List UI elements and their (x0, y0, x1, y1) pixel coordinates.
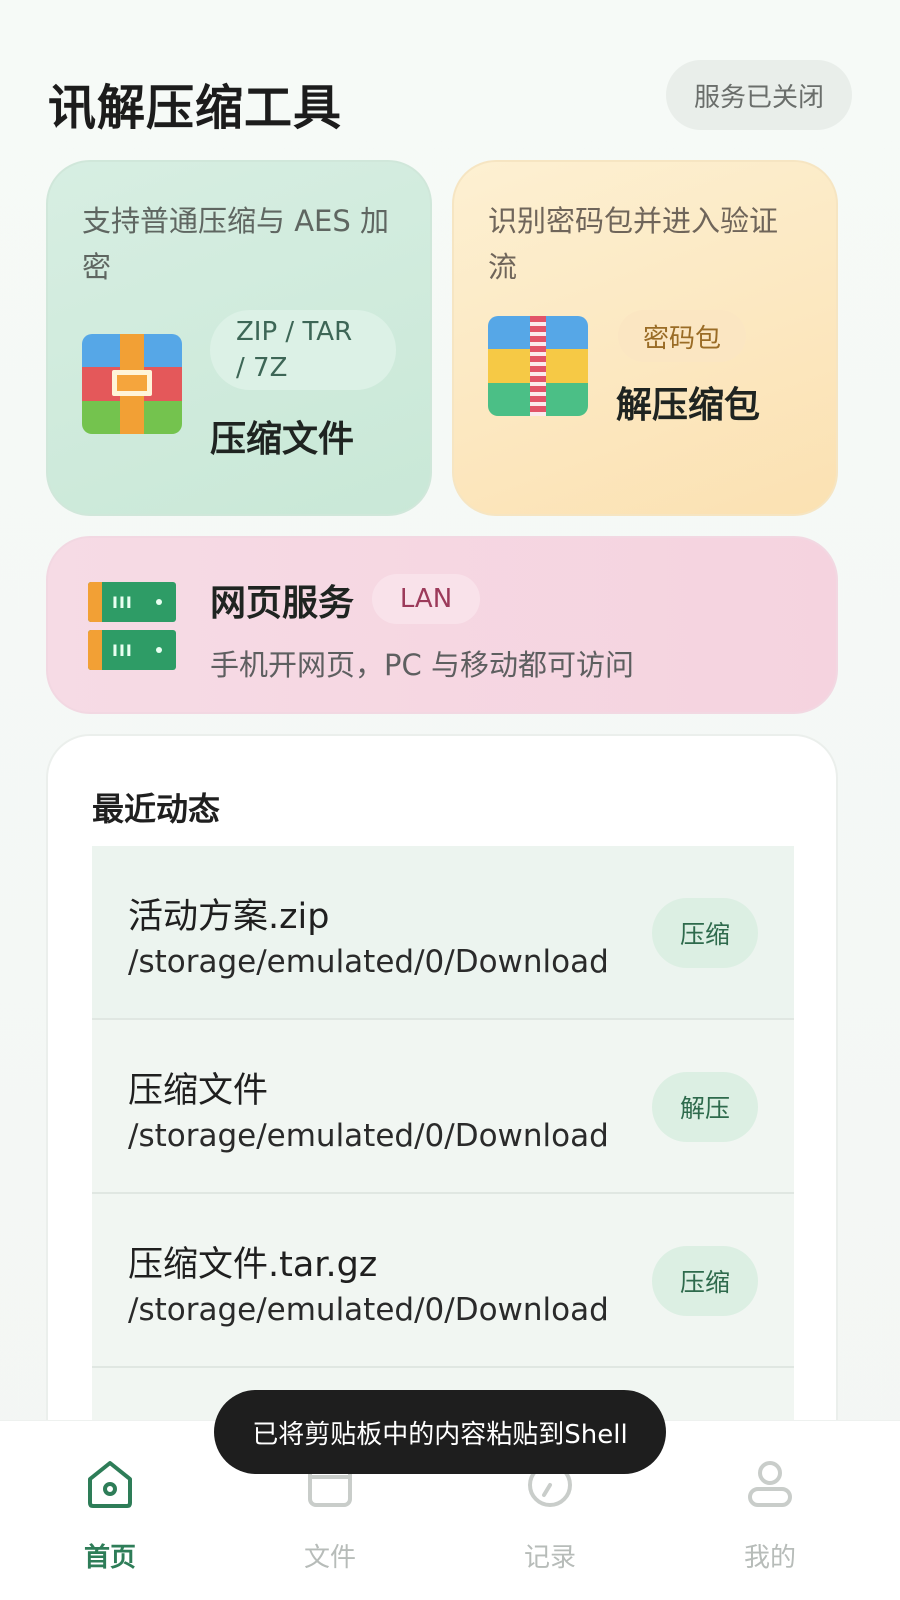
archive-box-icon (82, 334, 182, 434)
compress-card-title: 压缩文件 (210, 419, 355, 460)
service-status-button[interactable]: 服务已关闭 (666, 60, 852, 130)
list-item[interactable]: 活动方案.zip /storage/emulated/0/Download 压缩 (92, 846, 794, 1020)
nav-label: 我的 (743, 1543, 796, 1573)
decompress-card-title: 解压缩包 (616, 385, 761, 426)
item-action-badge[interactable]: 解压 (652, 1072, 758, 1142)
nav-label: 记录 (523, 1543, 576, 1573)
item-file-path: /storage/emulated/0/Download (128, 944, 609, 980)
item-file-path: /storage/emulated/0/Download (128, 1118, 609, 1154)
format-tag-label: ZIP / TAR / 7Z (236, 317, 353, 383)
item-file-name: 压缩文件.tar.gz (128, 1245, 378, 1285)
decompress-card-description: 识别密码包并进入验证流 (488, 204, 779, 284)
item-action-badge[interactable]: 压缩 (652, 898, 758, 968)
nav-records[interactable]: 记录 (490, 1459, 610, 1579)
user-icon (748, 1461, 792, 1507)
lan-tag: LAN (372, 574, 480, 624)
recent-activity-list: 活动方案.zip /storage/emulated/0/Download 压缩… (92, 846, 794, 1428)
header: 讯解压缩工具 服务已关闭 (48, 60, 852, 136)
server-icon: III III (88, 582, 176, 674)
home-icon (88, 1461, 132, 1508)
item-file-name: 压缩文件 (128, 1071, 269, 1111)
nav-files[interactable]: 文件 (270, 1459, 390, 1579)
item-action-badge[interactable]: 压缩 (652, 1246, 758, 1316)
web-service-title: 网页服务 (210, 583, 355, 624)
password-package-tag: 密码包 (618, 310, 746, 362)
web-service-subtitle: 手机开网页，PC 与移动都可访问 (210, 648, 634, 682)
nav-label: 首页 (83, 1543, 136, 1573)
item-file-path: /storage/emulated/0/Download (128, 1292, 609, 1328)
recent-activity-title: 最近动态 (92, 790, 221, 828)
zipped-package-icon (488, 316, 588, 416)
list-item[interactable]: 压缩文件 /storage/emulated/0/Download 解压 (92, 1020, 794, 1194)
list-item[interactable]: 压缩文件.tar.gz /storage/emulated/0/Download… (92, 1194, 794, 1368)
nav-home[interactable]: 首页 (50, 1459, 170, 1579)
app-title: 讯解压缩工具 (48, 80, 343, 136)
nav-label: 文件 (303, 1543, 356, 1573)
compress-card-description: 支持普通压缩与 AES 加密 (82, 204, 390, 284)
web-service-card[interactable]: III III 网页服务 LAN 手机开网页，PC 与移动都可访问 (46, 536, 838, 714)
compress-file-card[interactable]: 支持普通压缩与 AES 加密 ZIP / TAR / 7Z 压缩文件 (46, 160, 432, 516)
format-tag: ZIP / TAR / 7Z (210, 310, 396, 390)
nav-me[interactable]: 我的 (710, 1459, 830, 1579)
decompress-package-card[interactable]: 识别密码包并进入验证流 密码包 解压缩包 (452, 160, 838, 516)
toast-message: 已将剪贴板中的内容粘贴到Shell (214, 1390, 666, 1474)
item-file-name: 活动方案.zip (128, 897, 330, 937)
